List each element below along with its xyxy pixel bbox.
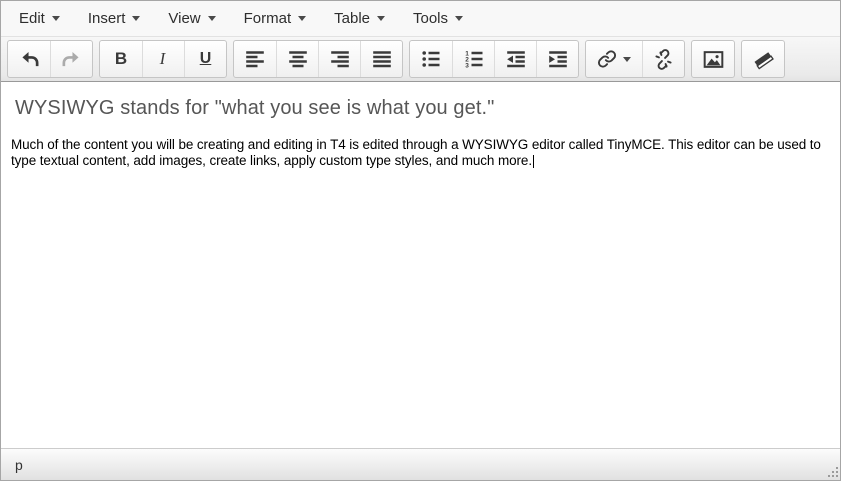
menu-table[interactable]: Table bbox=[320, 1, 399, 36]
italic-icon: I bbox=[160, 49, 168, 69]
numbered-list-icon: 123 bbox=[464, 49, 484, 69]
wysiwyg-editor: Edit Insert View Format Table Tools bbox=[0, 0, 841, 481]
chevron-down-icon bbox=[298, 16, 306, 21]
remove-format-group bbox=[741, 40, 785, 78]
align-right-icon bbox=[330, 49, 350, 69]
list-indent-group: 123 bbox=[409, 40, 579, 78]
chevron-down-icon bbox=[623, 57, 631, 62]
bullet-list-icon bbox=[421, 49, 441, 69]
bullet-list-button[interactable] bbox=[410, 41, 452, 77]
link-group bbox=[585, 40, 685, 78]
image-icon bbox=[703, 49, 724, 70]
indent-button[interactable] bbox=[536, 41, 578, 77]
menu-tools-label: Tools bbox=[413, 10, 448, 27]
indent-icon bbox=[548, 49, 568, 69]
eraser-icon bbox=[753, 49, 774, 70]
align-justify-icon bbox=[372, 49, 392, 69]
align-right-button[interactable] bbox=[318, 41, 360, 77]
chevron-down-icon bbox=[377, 16, 385, 21]
menu-format-label: Format bbox=[244, 10, 292, 27]
chevron-down-icon bbox=[52, 16, 60, 21]
undo-icon bbox=[19, 49, 40, 70]
resize-grip-icon[interactable] bbox=[826, 466, 839, 479]
document-heading-text: WYSIWYG stands for "what you see is what… bbox=[15, 97, 494, 119]
menu-edit[interactable]: Edit bbox=[5, 1, 74, 36]
underline-icon: U bbox=[200, 50, 212, 68]
chevron-down-icon bbox=[208, 16, 216, 21]
content-area[interactable]: WYSIWYG stands for "what you see is what… bbox=[1, 82, 840, 448]
document-heading: WYSIWYG stands for "what you see is what… bbox=[15, 95, 826, 121]
redo-button[interactable] bbox=[50, 41, 92, 77]
italic-button[interactable]: I bbox=[142, 41, 184, 77]
redo-icon bbox=[61, 49, 82, 70]
menu-insert[interactable]: Insert bbox=[74, 1, 155, 36]
document-paragraph: Much of the content you will be creating… bbox=[11, 137, 830, 169]
remove-link-button[interactable] bbox=[642, 41, 684, 77]
menu-table-label: Table bbox=[334, 10, 370, 27]
numbered-list-button[interactable]: 123 bbox=[452, 41, 494, 77]
bold-icon: B bbox=[115, 49, 127, 69]
toolbar: B I U bbox=[1, 37, 840, 82]
text-style-group: B I U bbox=[99, 40, 227, 78]
insert-image-button[interactable] bbox=[692, 41, 734, 77]
menu-bar: Edit Insert View Format Table Tools bbox=[1, 1, 840, 37]
link-icon bbox=[597, 49, 617, 69]
document-paragraph-text: Much of the content you will be creating… bbox=[11, 137, 821, 168]
menu-tools[interactable]: Tools bbox=[399, 1, 477, 36]
alignment-group bbox=[233, 40, 403, 78]
align-center-button[interactable] bbox=[276, 41, 318, 77]
menu-view-label: View bbox=[168, 10, 200, 27]
status-bar: p bbox=[1, 448, 840, 480]
history-group bbox=[7, 40, 93, 78]
outdent-button[interactable] bbox=[494, 41, 536, 77]
menu-view[interactable]: View bbox=[154, 1, 229, 36]
outdent-icon bbox=[506, 49, 526, 69]
chevron-down-icon bbox=[132, 16, 140, 21]
svg-text:3: 3 bbox=[465, 62, 469, 69]
menu-insert-label: Insert bbox=[88, 10, 126, 27]
align-center-icon bbox=[288, 49, 308, 69]
image-group bbox=[691, 40, 735, 78]
menu-format[interactable]: Format bbox=[230, 1, 321, 36]
text-cursor bbox=[533, 155, 534, 168]
underline-button[interactable]: U bbox=[184, 41, 226, 77]
align-left-button[interactable] bbox=[234, 41, 276, 77]
remove-format-button[interactable] bbox=[742, 41, 784, 77]
insert-link-button[interactable] bbox=[586, 41, 642, 77]
undo-button[interactable] bbox=[8, 41, 50, 77]
align-justify-button[interactable] bbox=[360, 41, 402, 77]
bold-button[interactable]: B bbox=[100, 41, 142, 77]
align-left-icon bbox=[245, 49, 265, 69]
menu-edit-label: Edit bbox=[19, 10, 45, 27]
element-path[interactable]: p bbox=[15, 457, 23, 473]
unlink-icon bbox=[653, 49, 674, 70]
chevron-down-icon bbox=[455, 16, 463, 21]
